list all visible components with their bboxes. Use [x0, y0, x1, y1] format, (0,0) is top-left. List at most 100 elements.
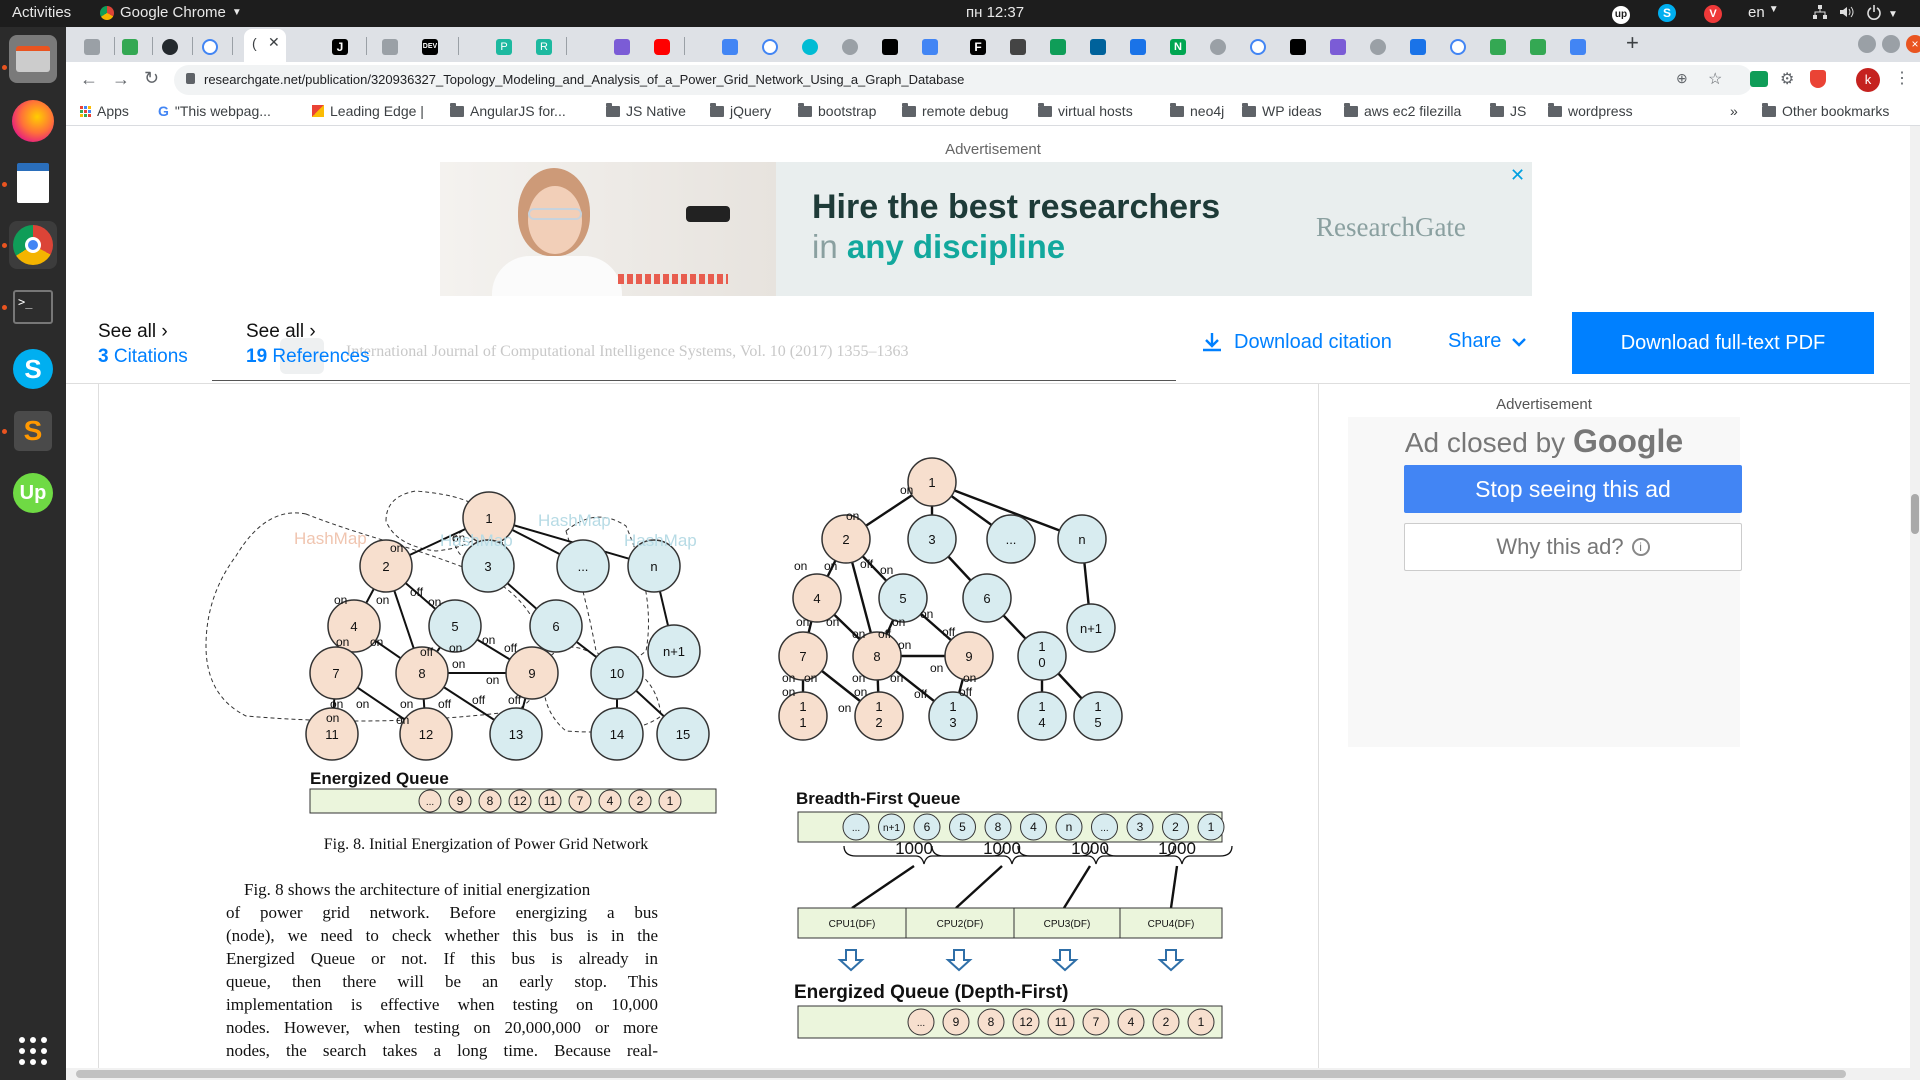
tab[interactable] [1410, 31, 1426, 62]
tab[interactable]: N [1170, 31, 1186, 62]
close-window-button[interactable]: × [1906, 35, 1920, 53]
skype-tray-icon[interactable]: S [1658, 4, 1676, 22]
tab[interactable] [1050, 31, 1066, 62]
zoom-icon[interactable]: ⊕ [1676, 70, 1688, 87]
tab[interactable]: P [496, 31, 512, 62]
app-menu[interactable]: Google Chrome ▼ [100, 4, 242, 21]
tab[interactable]: J [332, 31, 348, 62]
shield-icon[interactable] [1810, 70, 1826, 88]
upwork-icon[interactable]: Up [9, 469, 57, 517]
vivaldi-tray-icon[interactable]: V [1704, 4, 1722, 23]
tab[interactable] [882, 31, 898, 62]
power-icon[interactable] [1866, 4, 1882, 24]
chevron-down-icon[interactable]: ▼ [1888, 4, 1898, 21]
tab[interactable] [1450, 31, 1466, 62]
tab[interactable] [922, 31, 938, 62]
citations-link[interactable]: See all › 3 Citations [98, 321, 188, 368]
bookmark-folder[interactable]: JS Native [606, 102, 686, 119]
vertical-scrollbar[interactable] [1910, 126, 1920, 1068]
bookmark-folder[interactable]: WP ideas [1242, 102, 1322, 119]
minimize-button[interactable] [1858, 35, 1876, 53]
tab[interactable]: R [536, 31, 552, 62]
tab[interactable] [614, 31, 630, 62]
vertical-scroll-thumb[interactable] [1911, 494, 1919, 534]
active-tab[interactable]: ( ✕ [244, 29, 286, 62]
clock[interactable]: пн 12:37 [966, 4, 1024, 21]
bookmark-item[interactable]: Leading Edge | [312, 103, 424, 119]
files-icon[interactable] [9, 35, 57, 83]
reload-button[interactable]: ↻ [144, 68, 159, 89]
skype-icon[interactable]: S [9, 345, 57, 393]
other-bookmarks-folder[interactable]: Other bookmarks [1762, 102, 1889, 119]
tab[interactable] [722, 31, 738, 62]
tab[interactable] [1290, 31, 1306, 62]
bookmark-folder[interactable]: jQuery [710, 102, 771, 119]
tab[interactable] [762, 31, 778, 62]
share-button[interactable]: Share [1448, 330, 1527, 353]
activities-button[interactable]: Activities [12, 4, 71, 21]
tab[interactable] [1570, 31, 1586, 62]
gear-icon[interactable]: ⚙ [1780, 69, 1794, 89]
tab[interactable] [1130, 31, 1146, 62]
sublime-text-icon[interactable]: S [9, 407, 57, 455]
ad-close-icon[interactable]: ✕ [1510, 165, 1525, 186]
network-icon[interactable] [1812, 4, 1828, 24]
references-link[interactable]: See all › 19 References [246, 321, 370, 368]
tab[interactable] [1530, 31, 1546, 62]
language-selector[interactable]: en ▼ [1748, 4, 1779, 21]
libreoffice-writer-icon[interactable] [9, 159, 57, 207]
forward-button[interactable]: → [112, 69, 130, 90]
tab[interactable] [202, 31, 218, 62]
tab[interactable] [654, 31, 670, 62]
star-icon[interactable]: ☆ [1708, 69, 1722, 89]
menu-icon[interactable]: ⋮ [1894, 68, 1910, 88]
terminal-icon[interactable]: >_ [9, 283, 57, 331]
show-applications-icon[interactable] [9, 1027, 57, 1075]
bookmark-folder[interactable]: remote debug [902, 102, 1008, 119]
address-bar[interactable]: researchgate.net/publication/320936327_T… [174, 65, 1753, 95]
bookmark-apps[interactable]: Apps [80, 103, 129, 119]
back-button[interactable]: ← [80, 69, 98, 90]
tab[interactable] [842, 31, 858, 62]
bookmark-item[interactable]: G "This webpag... [158, 103, 271, 119]
stop-seeing-ad-button[interactable]: Stop seeing this ad [1404, 465, 1742, 513]
tab[interactable] [1250, 31, 1266, 62]
tab[interactable] [1370, 31, 1386, 62]
close-tab-icon[interactable]: ✕ [268, 34, 280, 51]
tab[interactable] [1090, 31, 1106, 62]
tab[interactable]: F [970, 31, 986, 62]
tab[interactable] [84, 31, 100, 62]
more-bookmarks-button[interactable]: » [1730, 103, 1738, 119]
profile-avatar[interactable]: k [1856, 68, 1880, 92]
bookmark-folder[interactable]: neo4j [1170, 102, 1224, 119]
horizontal-scroll-thumb[interactable] [76, 1070, 1846, 1078]
upwork-tray-icon[interactable]: up [1612, 4, 1630, 24]
ad-banner[interactable]: Hire the best researchers in any discipl… [440, 162, 1532, 296]
bookmark-folder[interactable]: bootstrap [798, 102, 876, 119]
horizontal-scrollbar[interactable] [66, 1068, 1920, 1080]
maximize-button[interactable] [1882, 35, 1900, 53]
chrome-icon[interactable] [9, 221, 57, 269]
extension-icon[interactable] [1750, 71, 1768, 87]
download-citation-button[interactable]: Download citation [1200, 330, 1392, 354]
bookmark-folder[interactable]: JS [1490, 102, 1526, 119]
bookmark-folder[interactable]: virtual hosts [1038, 102, 1133, 119]
tab[interactable] [1490, 31, 1506, 62]
volume-icon[interactable] [1838, 4, 1854, 24]
tab[interactable] [1330, 31, 1346, 62]
tab[interactable] [802, 31, 818, 62]
down-arrow-icons [837, 949, 1185, 972]
tab[interactable] [162, 31, 178, 62]
tab[interactable] [122, 31, 138, 62]
tab[interactable] [382, 31, 398, 62]
bookmark-folder[interactable]: AngularJS for... [450, 102, 566, 119]
tab[interactable] [1210, 31, 1226, 62]
why-this-ad-button[interactable]: Why this ad? i [1404, 523, 1742, 571]
download-pdf-button[interactable]: Download full-text PDF [1572, 312, 1874, 374]
firefox-icon[interactable] [9, 97, 57, 145]
tab[interactable]: DEV [422, 31, 438, 62]
tab[interactable] [1010, 31, 1026, 62]
bookmark-folder[interactable]: aws ec2 filezilla [1344, 102, 1461, 119]
new-tab-button[interactable]: + [1626, 27, 1639, 58]
bookmark-folder[interactable]: wordpress [1548, 102, 1633, 119]
